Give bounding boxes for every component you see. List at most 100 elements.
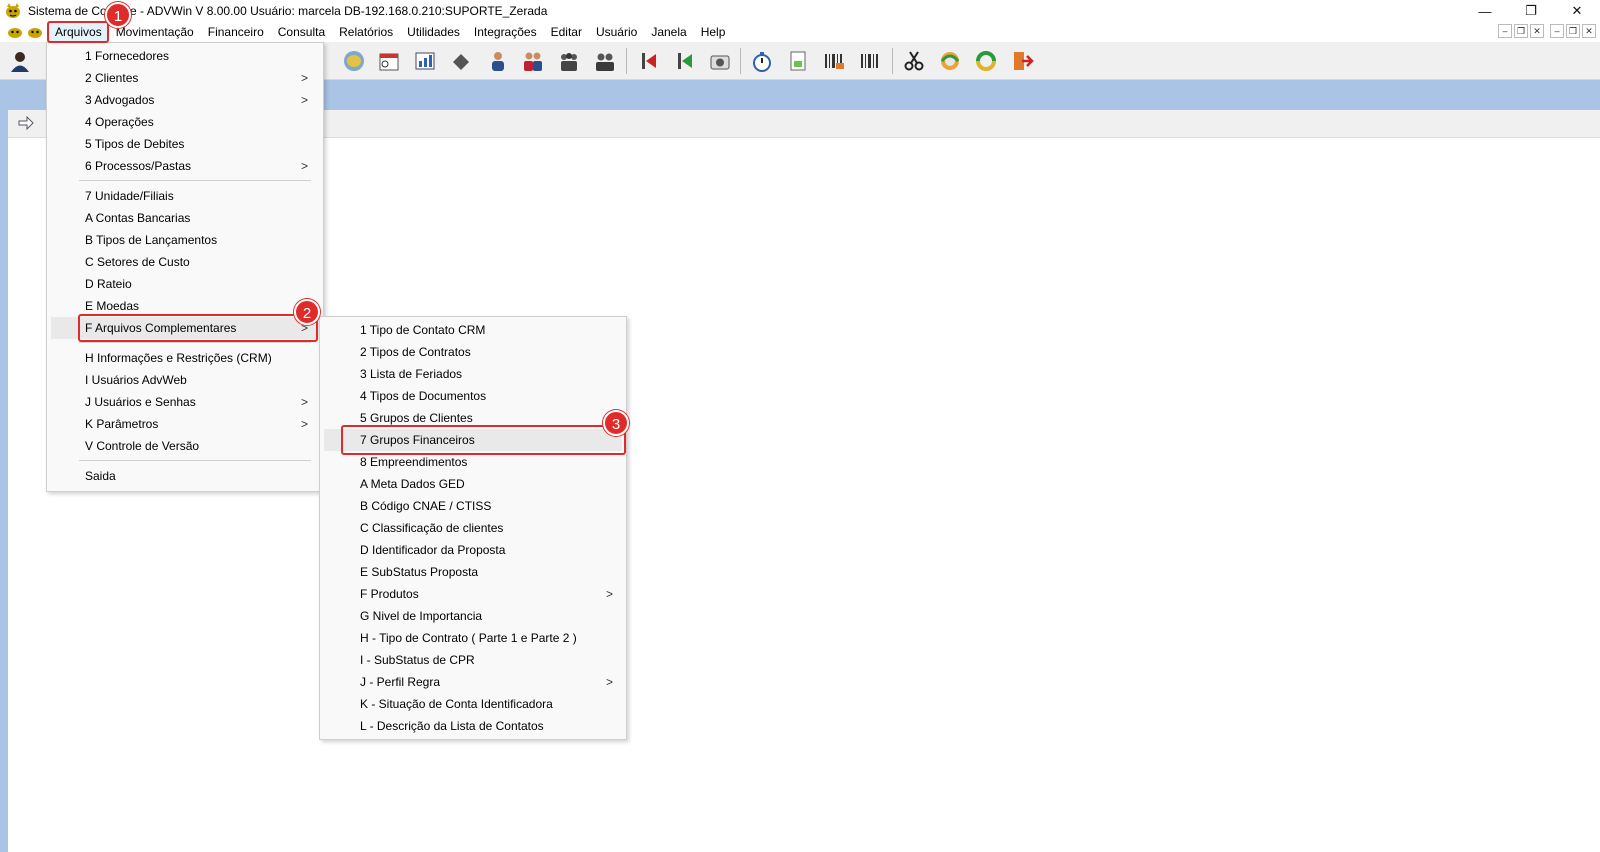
chevron-right-icon: > [606,587,614,601]
menu-item-setores-custo[interactable]: C Setores de Custo [51,251,319,273]
menu-help[interactable]: Help [694,22,733,42]
menu-usuario[interactable]: Usuário [589,22,644,42]
submenu-item-identificador-proposta[interactable]: D Identificador da Proposta [324,539,622,561]
submenu-item-tipo-contato-crm[interactable]: 1 Tipo de Contato CRM [324,319,622,341]
close-button[interactable]: ✕ [1554,0,1600,22]
barcode-icon[interactable] [820,47,848,75]
two-people-icon[interactable] [519,47,547,75]
arquivos-menu: 1 Fornecedores 2 Clientes > 3 Advogados > … [46,42,324,492]
document-icon[interactable] [784,47,812,75]
left-strip [0,110,8,852]
menu-separator [79,342,311,343]
app-window: Sistema de Controle - ADVWin V 8.00.00 U… [0,0,1600,852]
chevron-right-icon: > [301,159,309,173]
menu-item-usuarios-senhas[interactable]: J Usuários e Senhas > [51,391,319,413]
menu-consulta[interactable]: Consulta [271,22,332,42]
menu-item-rateio[interactable]: D Rateio [51,273,319,295]
menu-item-contas-bancarias[interactable]: A Contas Bancarias [51,207,319,229]
menu-item-fornecedores[interactable]: 1 Fornecedores [51,45,319,67]
toolbar-separator [740,48,741,74]
stopwatch-icon[interactable] [748,47,776,75]
calendar-icon[interactable] [375,47,403,75]
mdi-close-button[interactable]: ✕ [1530,24,1544,38]
chevron-right-icon: > [301,395,309,409]
annotation-highlight-3 [341,425,626,455]
window-controls: — ❐ ✕ [1462,0,1600,22]
submenu-item-produtos[interactable]: F Produtos > [324,583,622,605]
arrow-red-icon[interactable] [634,47,662,75]
menu-utilidades[interactable]: Utilidades [400,22,467,42]
submenu-item-situacao-conta[interactable]: K - Situação de Conta Identificadora [324,693,622,715]
chevron-right-icon: > [606,675,614,689]
arrow-green-icon[interactable] [670,47,698,75]
submenu-item-perfil-regra[interactable]: J - Perfil Regra > [324,671,622,693]
submenu-item-lista-feriados[interactable]: 3 Lista de Feriados [324,363,622,385]
user-icon[interactable] [6,47,34,75]
menu-financeiro[interactable]: Financeiro [201,22,271,42]
menu-integracoes[interactable]: Integrações [467,22,544,42]
refresh-icon[interactable] [972,47,1000,75]
toolbar-separator [892,48,893,74]
mdi-restore-button[interactable]: ❐ [1514,24,1528,38]
menu-item-advogados[interactable]: 3 Advogados > [51,89,319,111]
annotation-badge-1: 1 [105,2,131,28]
toolbar-separator [626,48,627,74]
menu-item-saida[interactable]: Saida [51,465,319,487]
submenu-item-nivel-importancia[interactable]: G Nivel de Importancia [324,605,622,627]
camera-icon[interactable] [706,47,734,75]
submenu-item-tipos-contratos[interactable]: 2 Tipos de Contratos [324,341,622,363]
submenu-item-tipo-contrato-partes[interactable]: H - Tipo de Contrato ( Parte 1 e Parte 2… [324,627,622,649]
mdi-close-button-2[interactable]: ✕ [1582,24,1596,38]
cat-logo-icon [28,28,42,38]
menu-item-tipos-debites[interactable]: 5 Tipos de Debites [51,133,319,155]
chevron-right-icon: > [301,417,309,431]
submenu-item-meta-dados-ged[interactable]: A Meta Dados GED [324,473,622,495]
menu-relatorios[interactable]: Relatórios [332,22,400,42]
menu-item-parametros[interactable]: K Parâmetros > [51,413,319,435]
title-bar: Sistema de Controle - ADVWin V 8.00.00 U… [0,0,1600,22]
mdi-controls: – ❐ ✕ – ❐ ✕ [1498,24,1596,38]
mdi-minimize-button-2[interactable]: – [1550,24,1564,38]
group-icon[interactable] [555,47,583,75]
cat-logo-icon [6,3,20,18]
menu-editar[interactable]: Editar [544,22,589,42]
submenu-item-substatus-proposta[interactable]: E SubStatus Proposta [324,561,622,583]
menu-item-informacoes-restricoes[interactable]: H Informações e Restrições (CRM) [51,347,319,369]
submenu-item-descricao-lista-contatos[interactable]: L - Descrição da Lista de Contatos [324,715,622,737]
arquivos-complementares-submenu: 1 Tipo de Contato CRM 2 Tipos de Contrat… [319,316,627,740]
menu-item-tipos-lancamentos[interactable]: B Tipos de Lançamentos [51,229,319,251]
menu-item-clientes[interactable]: 2 Clientes > [51,67,319,89]
mdi-restore-button-2[interactable]: ❐ [1566,24,1580,38]
menu-item-usuarios-advweb[interactable]: I Usuários AdvWeb [51,369,319,391]
submenu-item-classificacao-clientes[interactable]: C Classificação de clientes [324,517,622,539]
barcode-list-icon[interactable] [856,47,884,75]
annotation-badge-3: 3 [603,410,629,436]
menu-item-processos-pastas[interactable]: 6 Processos/Pastas > [51,155,319,177]
annotation-highlight-1 [47,21,109,43]
annotation-highlight-2 [78,314,318,342]
person-icon[interactable] [484,47,512,75]
team-icon[interactable] [591,47,619,75]
hand-icon[interactable] [447,47,475,75]
restore-button[interactable]: ❐ [1508,0,1554,22]
cat-logo-icon [8,28,22,38]
menu-separator [79,460,311,461]
exit-icon[interactable] [1008,47,1036,75]
menu-item-unidade-filiais[interactable]: 7 Unidade/Filiais [51,185,319,207]
menu-separator [79,180,311,181]
scissors-icon[interactable] [900,47,928,75]
menu-item-operacoes[interactable]: 4 Operações [51,111,319,133]
submenu-item-tipos-documentos[interactable]: 4 Tipos de Documentos [324,385,622,407]
minimize-button[interactable]: — [1462,0,1508,22]
menu-janela[interactable]: Janela [644,22,693,42]
globe-icon[interactable] [340,47,368,75]
mdi-minimize-button[interactable]: – [1498,24,1512,38]
menu-item-controle-versao[interactable]: V Controle de Versão [51,435,319,457]
chart-icon[interactable] [411,47,439,75]
chevron-right-icon: > [301,93,309,107]
submenu-item-codigo-cnae[interactable]: B Código CNAE / CTISS [324,495,622,517]
menu-bar: Arquivos Movimentação Financeiro Consult… [0,22,1600,42]
submenu-item-substatus-cpr[interactable]: I - SubStatus de CPR [324,649,622,671]
arrow-right-icon[interactable] [18,116,34,130]
sync-icon[interactable] [936,47,964,75]
